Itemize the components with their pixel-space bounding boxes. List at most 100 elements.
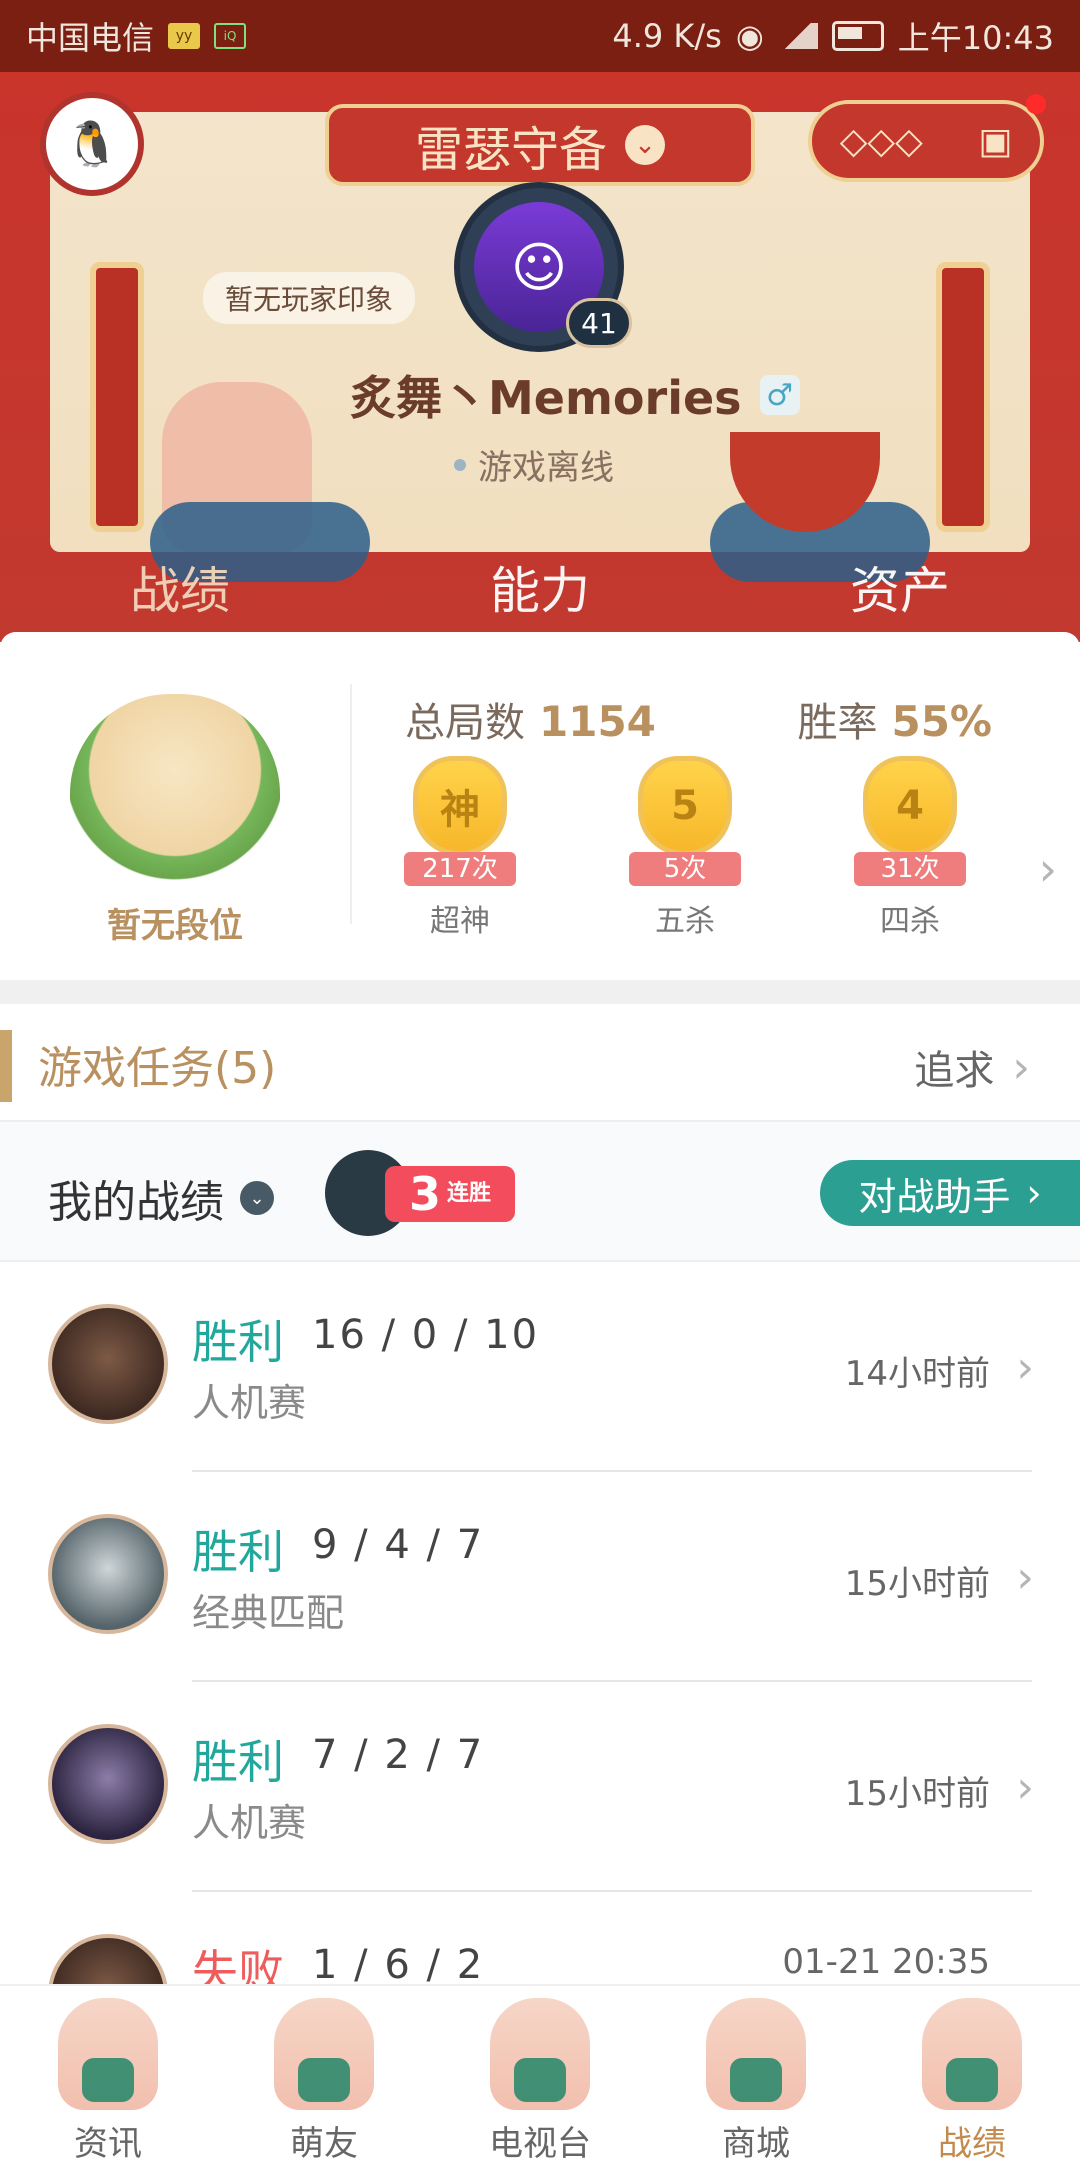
more-icon[interactable]: ◇◇◇ bbox=[840, 121, 923, 162]
match-row[interactable]: 胜利 9 / 4 / 7 经典匹配 15小时前 › bbox=[0, 1472, 1080, 1682]
match-mode: 人机赛 bbox=[192, 1381, 307, 1425]
win-rate-label: 胜率 bbox=[797, 700, 878, 746]
total-games-value: 1154 bbox=[539, 697, 656, 746]
iqiyi-notification-icon: iQ bbox=[214, 23, 247, 49]
nav-label: 战绩 bbox=[938, 2124, 1006, 2160]
nav-label: 资讯 bbox=[74, 2124, 142, 2160]
profile-tabs: 战绩 能力 资产 bbox=[0, 532, 1080, 647]
profile-header: 🐧 雷瑟守备 ⌄ ◇◇◇ ▣ ☺ 41 暂无玩家印象 炙舞丶Memories ♂… bbox=[0, 72, 1080, 654]
stats-panel: 暂无段位 总局数 1154 胜率 55% 神 217次 超神 5 5次 五杀 4 bbox=[0, 644, 1080, 980]
status-dot bbox=[454, 458, 466, 471]
nav-record[interactable]: 战绩 bbox=[864, 1986, 1080, 2160]
match-row[interactable]: 胜利 7 / 2 / 7 人机赛 15小时前 › bbox=[0, 1682, 1080, 1892]
stats-divider bbox=[350, 684, 352, 924]
streak-number: 3 bbox=[408, 1167, 441, 1221]
tasks-more-text: 追求 bbox=[914, 1048, 995, 1094]
badge-quadra-kill: 4 31次 四杀 bbox=[835, 756, 985, 946]
total-games-label: 总局数 bbox=[405, 700, 525, 746]
qq-penguin-icon[interactable]: 🐧 bbox=[40, 92, 144, 196]
notification-dot bbox=[1026, 94, 1046, 114]
tab-ability[interactable]: 能力 bbox=[390, 551, 690, 623]
chevron-right-icon: › bbox=[1026, 1171, 1042, 1215]
status-bar: 中国电信 yy iQ 4.9 K/s ◉ 上午10:43 bbox=[0, 0, 1080, 72]
badge-godlike: 神 217次 超神 bbox=[385, 756, 535, 946]
nav-label: 萌友 bbox=[290, 2124, 358, 2160]
match-mode: 经典匹配 bbox=[192, 1591, 345, 1635]
chevron-right-icon: › bbox=[1012, 1041, 1030, 1093]
godlike-badge-icon: 神 bbox=[413, 756, 507, 856]
chevron-down-icon: ⌄ bbox=[240, 1181, 274, 1215]
rank-teemo-icon bbox=[70, 694, 280, 884]
streak-tag: 3 连胜 bbox=[385, 1166, 515, 1222]
badge-name: 四杀 bbox=[880, 904, 940, 939]
match-row[interactable]: 胜利 16 / 0 / 10 人机赛 14小时前 › bbox=[0, 1262, 1080, 1472]
pig-tv-icon bbox=[490, 1998, 590, 2110]
champion-avatar-icon bbox=[48, 1724, 168, 1844]
section-accent-bar bbox=[0, 1030, 12, 1102]
level-badge: 41 bbox=[566, 298, 632, 348]
match-time: 15小时前 bbox=[844, 1564, 990, 1604]
battle-assistant-button[interactable]: 对战助手 › bbox=[820, 1160, 1080, 1226]
achievement-badges[interactable]: 神 217次 超神 5 5次 五杀 4 31次 四杀 › bbox=[385, 756, 1065, 956]
chevron-right-icon: › bbox=[1016, 1552, 1034, 1603]
my-record-label: 我的战绩 bbox=[48, 1177, 224, 1228]
match-mode: 人机赛 bbox=[192, 1801, 307, 1845]
badge-count: 217次 bbox=[404, 852, 516, 886]
total-games: 总局数 1154 bbox=[405, 690, 656, 748]
bottom-navigation: 资讯 萌友 电视台 商城 战绩 bbox=[0, 1984, 1080, 2160]
badge-count: 31次 bbox=[854, 852, 966, 886]
penta-kill-badge-icon: 5 bbox=[638, 756, 732, 856]
online-status: 游戏离线 bbox=[454, 440, 614, 489]
pig-friends-icon bbox=[274, 1998, 374, 2110]
tab-record[interactable]: 战绩 bbox=[30, 551, 330, 647]
my-record-selector[interactable]: 我的战绩 ⌄ bbox=[48, 1166, 274, 1230]
network-speed: 4.9 K/s bbox=[612, 17, 722, 55]
game-tasks-row[interactable]: 游戏任务(5) 追求 › bbox=[0, 1004, 1080, 1122]
right-pillar-decoration bbox=[936, 262, 990, 532]
nav-label: 电视台 bbox=[489, 2124, 591, 2160]
nav-tv[interactable]: 电视台 bbox=[432, 1986, 648, 2160]
server-selector[interactable]: 雷瑟守备 ⌄ bbox=[325, 104, 755, 186]
header-actions[interactable]: ◇◇◇ ▣ bbox=[808, 100, 1044, 182]
rank-label: 暂无段位 bbox=[107, 906, 243, 946]
player-nickname: 炙舞丶Memories bbox=[350, 371, 742, 425]
tasks-more-link[interactable]: 追求 › bbox=[914, 1038, 1030, 1096]
player-name-row: 炙舞丶Memories ♂ bbox=[350, 362, 800, 428]
robot-message-icon[interactable]: ▣ bbox=[978, 121, 1012, 162]
champion-avatar-icon bbox=[48, 1304, 168, 1424]
lol-profile-page: 中国电信 yy iQ 4.9 K/s ◉ 上午10:43 🐧 雷瑟守备 ⌄ ◇◇… bbox=[0, 0, 1080, 2160]
online-status-text: 游戏离线 bbox=[478, 448, 614, 488]
match-time: 14小时前 bbox=[844, 1354, 990, 1394]
match-kda: 7 / 2 / 7 bbox=[312, 1732, 485, 1778]
chevron-right-icon: › bbox=[1016, 1342, 1034, 1393]
match-kda: 9 / 4 / 7 bbox=[312, 1522, 485, 1568]
win-rate: 胜率 55% bbox=[797, 690, 992, 748]
pig-record-icon bbox=[922, 1998, 1022, 2110]
match-kda: 1 / 6 / 2 bbox=[312, 1942, 485, 1988]
rank-area[interactable]: 暂无段位 bbox=[0, 644, 350, 980]
nav-shop[interactable]: 商城 bbox=[648, 1986, 864, 2160]
chevron-right-icon: › bbox=[1016, 1762, 1034, 1813]
signal-icon bbox=[777, 23, 818, 49]
match-kda: 16 / 0 / 10 bbox=[312, 1312, 540, 1358]
champion-avatar-icon bbox=[48, 1514, 168, 1634]
pig-shop-icon bbox=[706, 1998, 806, 2110]
nav-news[interactable]: 资讯 bbox=[0, 1986, 216, 2160]
match-time: 01-21 20:35 bbox=[782, 1942, 990, 1982]
server-name: 雷瑟守备 bbox=[414, 122, 607, 178]
clock: 上午10:43 bbox=[897, 19, 1054, 57]
battle-assistant-label: 对战助手 bbox=[858, 1174, 1011, 1219]
battery-icon bbox=[831, 21, 884, 51]
match-result: 胜利 bbox=[192, 1525, 284, 1579]
badge-count: 5次 bbox=[629, 852, 741, 886]
chevron-right-icon: › bbox=[1038, 842, 1057, 896]
match-result: 胜利 bbox=[192, 1315, 284, 1369]
tab-assets[interactable]: 资产 bbox=[750, 551, 1050, 623]
nav-friends[interactable]: 萌友 bbox=[216, 1986, 432, 2160]
match-result: 胜利 bbox=[192, 1735, 284, 1789]
player-impression-tag[interactable]: 暂无玩家印象 bbox=[203, 272, 416, 324]
nav-label: 商城 bbox=[722, 2124, 790, 2160]
match-time: 15小时前 bbox=[844, 1774, 990, 1814]
streak-text: 连胜 bbox=[447, 1181, 492, 1206]
quadra-kill-badge-icon: 4 bbox=[863, 756, 957, 856]
